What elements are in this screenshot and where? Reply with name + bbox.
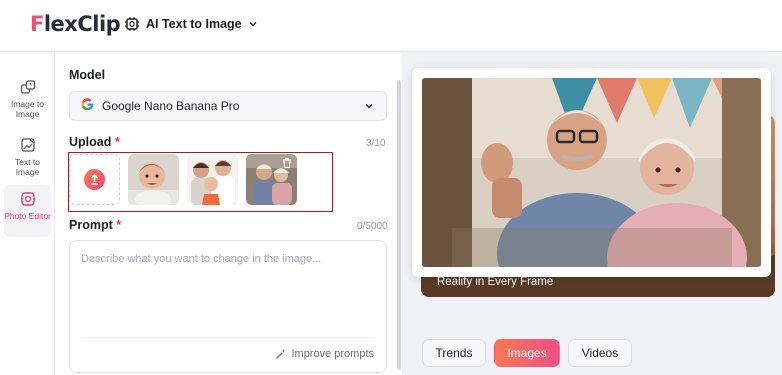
preview-card[interactable] [412,68,771,277]
delete-icon[interactable] [281,157,293,169]
prompt-placeholder: Describe what you want to change in the … [81,253,322,265]
upload-label: Upload * [69,135,120,149]
text-to-image-icon [20,138,35,152]
chevron-down-icon [365,103,373,109]
flexclip-logo[interactable]: FlexClip [30,12,121,36]
prompt-count: 0/5000 [357,221,388,232]
prompt-textarea[interactable]: Describe what you want to change in the … [69,240,387,373]
photo-editor-icon [20,192,35,206]
chevron-down-icon [249,21,257,27]
showcase-caption: Reality in Every Frame [437,276,554,288]
gallery-tabs: Trends Images Videos [422,339,632,367]
sidebar-item-photo-editor[interactable]: Photo Editor [4,185,51,237]
model-label: Model [69,68,106,82]
google-icon [81,97,94,115]
upload-thumbnail-baby[interactable] [128,154,179,205]
tool-title: AI Text to Image [146,17,242,31]
upload-thumbnail-family[interactable] [187,154,238,205]
upload-thumbnail-elderly-couple[interactable] [246,154,297,205]
upload-button[interactable] [69,154,120,205]
left-sidebar: Image to Image Text to Image Photo Edito… [0,53,55,375]
prompt-label: Prompt * [69,218,122,232]
magic-wand-icon [276,349,287,359]
tab-trends[interactable]: Trends [422,339,486,367]
editor-panel: Model Google Nano Banana Pro Upload * 3/… [55,53,402,375]
upload-icon [84,169,105,190]
sidebar-item-text-to-image[interactable]: Text to Image [4,131,51,177]
model-select[interactable]: Google Nano Banana Pro [69,91,387,121]
panel-scrollbar[interactable] [397,80,401,370]
tab-videos[interactable]: Videos [568,339,632,367]
improve-prompts-button[interactable]: Improve prompts [275,348,374,360]
tool-switcher[interactable]: AI Text to Image [124,16,258,32]
sidebar-item-image-to-image[interactable]: Image to Image [4,73,51,119]
model-selected-value: Google Nano Banana Pro [102,99,240,113]
upload-count: 3/10 [366,138,386,149]
image-to-image-icon [20,80,35,94]
tab-images[interactable]: Images [494,339,560,367]
ai-chip-icon [125,17,139,31]
prompt-divider [81,337,375,338]
preview-image [422,78,761,267]
top-header: FlexClip AI Text to Image [0,0,782,52]
